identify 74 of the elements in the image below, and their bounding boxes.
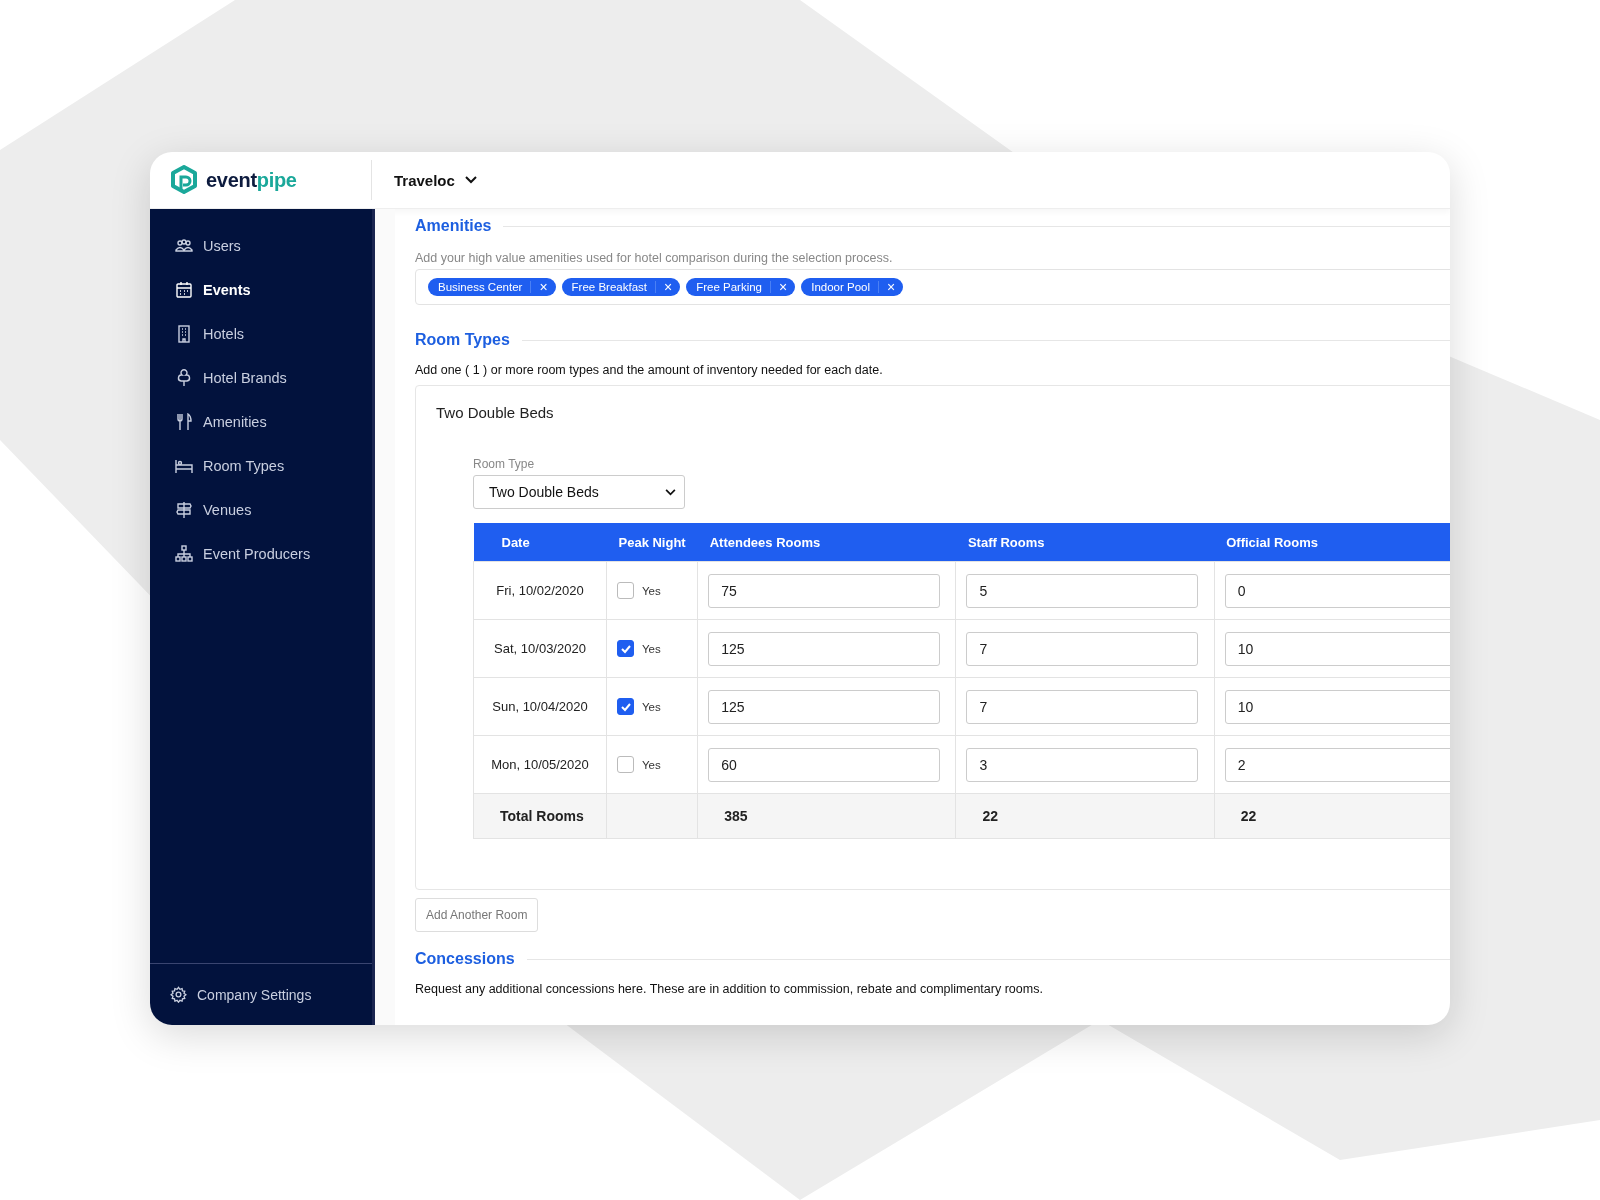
remove-tag-button[interactable]: ×	[879, 280, 904, 294]
bed-icon	[175, 457, 193, 475]
room-card-title: Two Double Beds	[436, 404, 555, 421]
input-field[interactable]: 3	[966, 747, 1199, 782]
section-title: Amenities	[415, 217, 492, 235]
company-settings-link[interactable]: Company Settings	[150, 963, 372, 1025]
input-field[interactable]: 10	[1224, 631, 1450, 666]
date-cell: Mon, 10/05/2020	[473, 735, 607, 794]
input-field[interactable]: 60	[708, 747, 941, 782]
remove-tag-button[interactable]: ×	[771, 280, 796, 294]
input-field[interactable]: 7	[966, 631, 1199, 666]
sidebar-item[interactable]: Event Producers	[150, 539, 372, 569]
settings-icon	[170, 986, 187, 1003]
amenities-field[interactable]: Business Center × Free Breakfast × Free Parking × Indoor Pool ×	[415, 269, 1450, 305]
section-title: Concessions	[415, 950, 515, 968]
section-description: Request any additional concessions here. These are in addition to commission, rebate and complimentary rooms.	[415, 982, 1044, 996]
calendar-icon	[175, 281, 193, 299]
sidebar-item[interactable]: Amenities	[150, 407, 372, 437]
tag-label: Free Breakfast	[571, 281, 656, 293]
section-description: Add one ( 1 ) or more room types and the amount of inventory needed for each date.	[415, 363, 884, 377]
room-type-select[interactable]: Two Double Beds	[473, 475, 685, 509]
chevron-down-icon	[665, 488, 676, 496]
field-label: Room Type	[473, 457, 536, 471]
remove-tag-button[interactable]: ×	[531, 280, 556, 294]
input-field[interactable]: 75	[708, 573, 941, 608]
column-header: Attendees Rooms	[697, 523, 956, 562]
column-header: Staff Rooms	[955, 523, 1215, 562]
input-field[interactable]: 10	[1224, 689, 1450, 724]
section-title: Room Types	[415, 331, 510, 349]
column-header: Date	[473, 523, 607, 562]
sidebar-item[interactable]: Events	[150, 275, 372, 305]
input-field[interactable]: 5	[966, 573, 1199, 608]
sidebar-item[interactable]: Users	[150, 231, 372, 261]
input-field[interactable]: 125	[708, 689, 941, 724]
tag-label: Business Center	[438, 281, 532, 293]
checkbox[interactable]	[617, 756, 634, 773]
account-dropdown[interactable]: Traveloc	[394, 167, 477, 193]
checkbox-label: Yes	[642, 642, 661, 655]
section-description: Add your high value amenities used for hotel comparison during the selection process.	[415, 251, 894, 265]
date-cell: Sat, 10/03/2020	[473, 619, 607, 678]
column-header: Peak Night	[606, 523, 698, 562]
column-header: Official Rooms	[1214, 523, 1450, 562]
checkbox-label: Yes	[642, 700, 661, 713]
total-cell: 385	[697, 793, 956, 839]
logo-icon	[170, 165, 198, 195]
org-chart-icon	[175, 545, 193, 563]
tag-label: Free Parking	[696, 281, 771, 293]
checkbox[interactable]	[617, 582, 634, 599]
signpost-icon	[175, 501, 193, 519]
add-room-button[interactable]: Add Another Room	[415, 898, 539, 932]
checkbox-label: Yes	[642, 584, 661, 597]
checkbox-label: Yes	[642, 758, 661, 771]
tag-label: Indoor Pool	[811, 281, 880, 293]
checkbox[interactable]	[617, 640, 634, 657]
input-field[interactable]: 2	[1224, 747, 1450, 782]
input-field[interactable]: 0	[1224, 573, 1450, 608]
date-cell: Fri, 10/02/2020	[473, 561, 607, 620]
logo-text: eventpipe	[206, 168, 297, 192]
checkbox[interactable]	[617, 698, 634, 715]
date-cell: Sun, 10/04/2020	[473, 677, 607, 736]
total-cell: 22	[1214, 793, 1450, 839]
input-field[interactable]: 125	[708, 631, 941, 666]
sidebar-item[interactable]: Hotels	[150, 319, 372, 349]
sidebar-item[interactable]: Venues	[150, 495, 372, 525]
building-icon	[175, 325, 193, 343]
sidebar-item[interactable]: Hotel Brands	[150, 363, 372, 393]
users-icon	[175, 237, 193, 255]
chevron-down-icon	[464, 176, 477, 184]
sidebar-item[interactable]: Room Types	[150, 451, 372, 481]
total-cell: 22	[955, 793, 1215, 839]
remove-tag-button[interactable]: ×	[656, 280, 681, 294]
input-field[interactable]: 7	[966, 689, 1199, 724]
utensils-icon	[175, 413, 193, 431]
total-label: Total Rooms	[473, 793, 607, 839]
